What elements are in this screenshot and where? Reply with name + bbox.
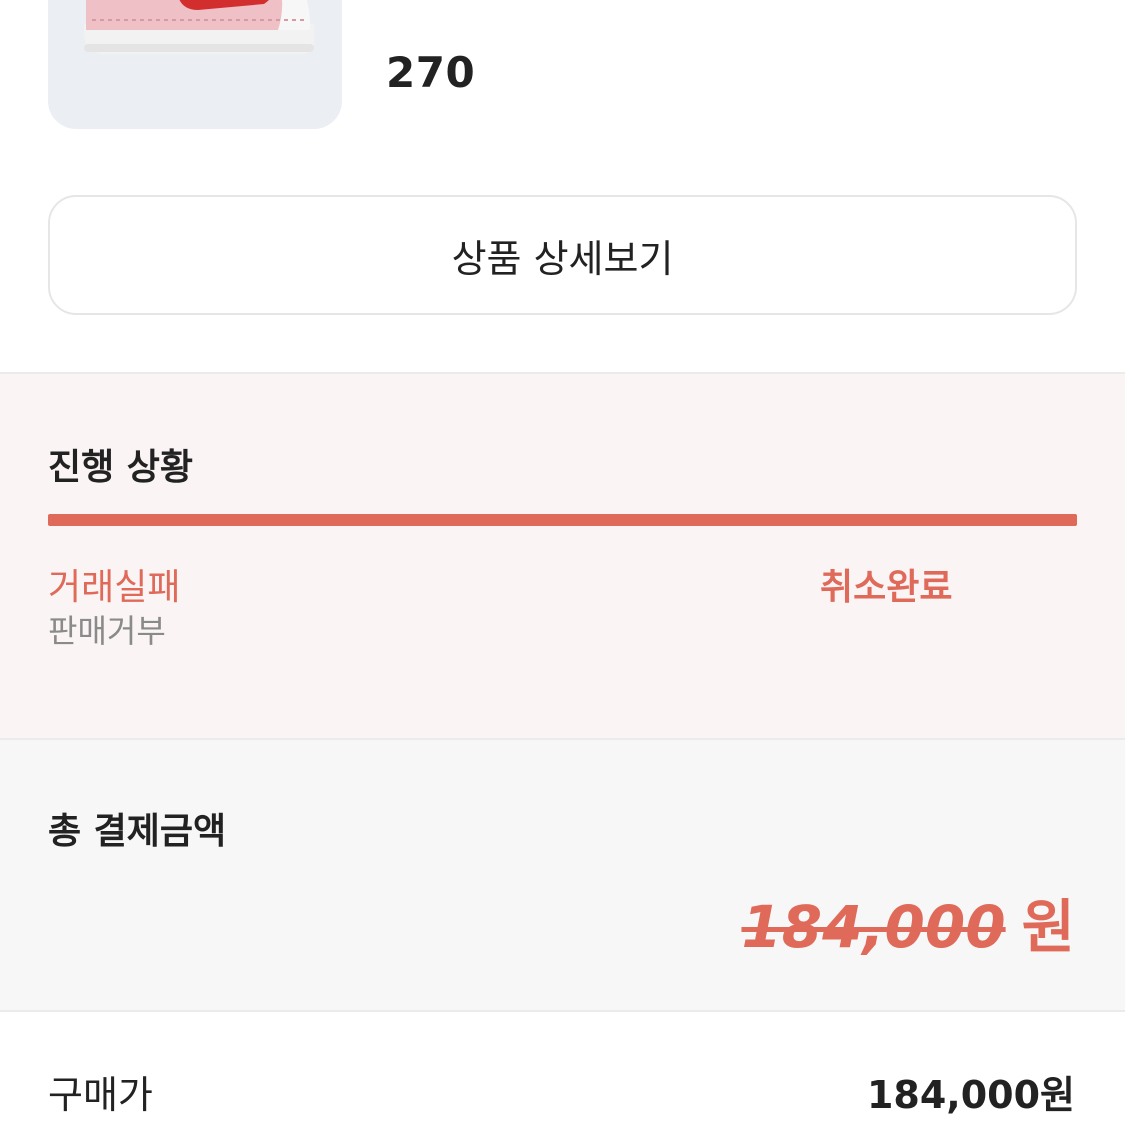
step-status-label: 거래실패 <box>48 567 181 608</box>
step-status-reason: 판매거부 <box>48 612 166 650</box>
product-section: 270 상품 상세보기 <box>0 0 1125 372</box>
progress-bar-fill <box>48 514 1077 526</box>
product-image[interactable] <box>48 0 342 129</box>
payment-title: 총 결제금액 <box>48 811 227 852</box>
product-size: 270 <box>386 48 476 97</box>
order-detail-page: 270 상품 상세보기 진행 상황 거래실패 판매거부 취소완료 총 결제금액 … <box>0 0 1125 1125</box>
sneaker-image-icon <box>84 0 314 54</box>
purchase-price-label: 구매가 <box>48 1073 153 1117</box>
total-amount: 184,000 <box>741 893 1006 961</box>
purchase-price-value: 184,000원 <box>866 1073 1075 1117</box>
total-amount-row: 184,000 원 <box>741 880 1075 964</box>
payment-section: 총 결제금액 184,000 원 <box>0 740 1125 1012</box>
product-detail-button[interactable]: 상품 상세보기 <box>48 195 1077 315</box>
step-final-label: 취소완료 <box>820 567 953 608</box>
progress-section: 진행 상황 거래실패 판매거부 취소완료 <box>0 372 1125 740</box>
progress-title: 진행 상황 <box>48 447 194 488</box>
progress-bar <box>48 514 1077 526</box>
total-currency: 원 <box>1021 893 1075 961</box>
purchase-price-row: 구매가 184,000원 <box>0 1012 1125 1125</box>
